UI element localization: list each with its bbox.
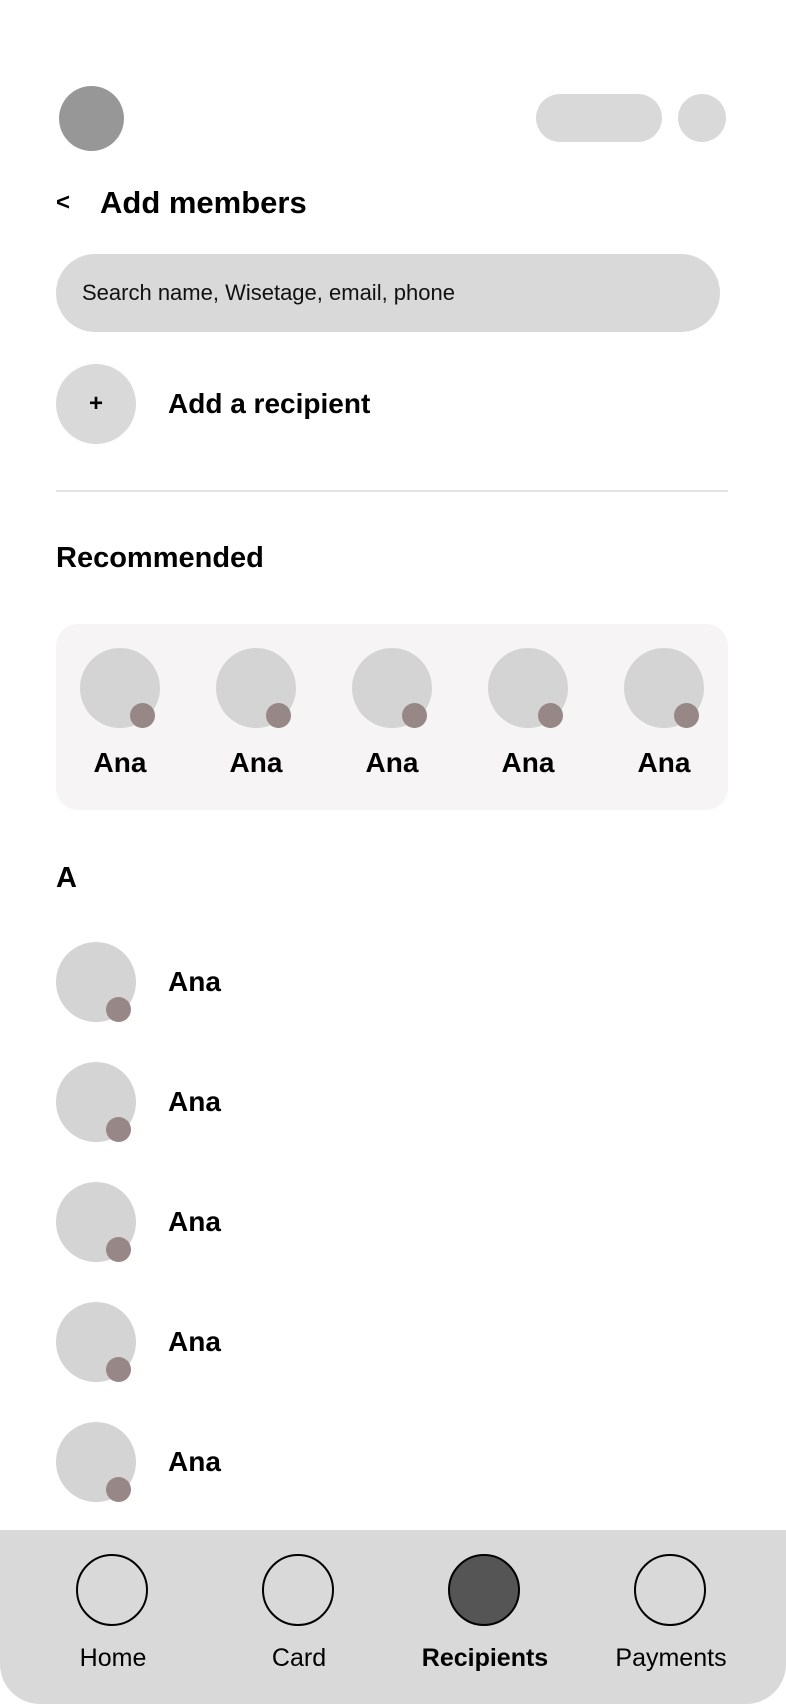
avatar: [56, 1062, 136, 1142]
avatar: [624, 648, 704, 728]
status-dot: [266, 703, 291, 728]
add-recipient-button[interactable]: + Add a recipient: [56, 364, 720, 444]
list-item[interactable]: Ana: [56, 942, 728, 1022]
home-icon: [76, 1554, 148, 1626]
avatar: [352, 648, 432, 728]
status-dot: [402, 703, 427, 728]
recommended-item[interactable]: Ana: [196, 648, 316, 798]
avatar: [56, 1182, 136, 1262]
recommended-item[interactable]: Ana: [468, 648, 588, 798]
status-dot: [106, 1357, 131, 1382]
recommended-item[interactable]: Ana: [60, 648, 180, 798]
contact-name: Ana: [168, 966, 221, 997]
nav-recipients[interactable]: Recipients: [392, 1554, 578, 1684]
recommended-name: Ana: [229, 747, 283, 778]
add-recipient-label: Add a recipient: [168, 388, 371, 419]
recommended-name: Ana: [637, 747, 691, 778]
nav-home[interactable]: Home: [20, 1554, 206, 1684]
contact-name: Ana: [168, 1446, 221, 1477]
letter-heading: A: [56, 862, 77, 894]
avatar: [56, 942, 136, 1022]
nav-card[interactable]: Card: [206, 1554, 392, 1684]
avatar: [80, 648, 160, 728]
status-dot: [538, 703, 563, 728]
status-dot: [106, 997, 131, 1022]
status-dot: [106, 1117, 131, 1142]
avatar: [216, 648, 296, 728]
contact-name: Ana: [168, 1206, 221, 1237]
status-dot: [674, 703, 699, 728]
avatar: [56, 1302, 136, 1382]
recipients-icon: [448, 1554, 520, 1626]
card-icon: [262, 1554, 334, 1626]
recommended-item[interactable]: Ana: [332, 648, 452, 798]
back-button[interactable]: <: [56, 188, 80, 218]
recommended-name: Ana: [93, 747, 147, 778]
list-item[interactable]: Ana: [56, 1422, 728, 1502]
top-action-circle[interactable]: [678, 94, 726, 142]
avatar: [488, 648, 568, 728]
search-field[interactable]: [56, 254, 720, 332]
search-input[interactable]: [80, 279, 696, 307]
recommended-name: Ana: [365, 747, 419, 778]
nav-label: Card: [271, 1644, 327, 1672]
status-dot: [106, 1477, 131, 1502]
nav-label: Payments: [615, 1644, 727, 1672]
divider: [56, 490, 728, 492]
recommended-heading: Recommended: [56, 542, 264, 574]
list-item[interactable]: Ana: [56, 1062, 728, 1142]
nav-label: Recipients: [421, 1644, 549, 1672]
status-dot: [106, 1237, 131, 1262]
bottom-nav: Home Card Recipients Payments: [0, 1530, 786, 1704]
recommended-panel: Ana Ana Ana Ana Ana: [56, 624, 728, 810]
contact-name: Ana: [168, 1086, 221, 1117]
plus-icon: +: [56, 364, 136, 444]
profile-avatar[interactable]: [59, 86, 124, 151]
page-title: Add members: [100, 185, 307, 220]
nav-label: Home: [79, 1644, 147, 1672]
nav-payments[interactable]: Payments: [578, 1554, 764, 1684]
payments-icon: [634, 1554, 706, 1626]
list-item[interactable]: Ana: [56, 1182, 728, 1262]
status-dot: [130, 703, 155, 728]
top-action-pill[interactable]: [536, 94, 662, 142]
recommended-name: Ana: [501, 747, 555, 778]
contact-name: Ana: [168, 1326, 221, 1357]
avatar: [56, 1422, 136, 1502]
list-item[interactable]: Ana: [56, 1302, 728, 1382]
recommended-item[interactable]: Ana: [604, 648, 724, 798]
